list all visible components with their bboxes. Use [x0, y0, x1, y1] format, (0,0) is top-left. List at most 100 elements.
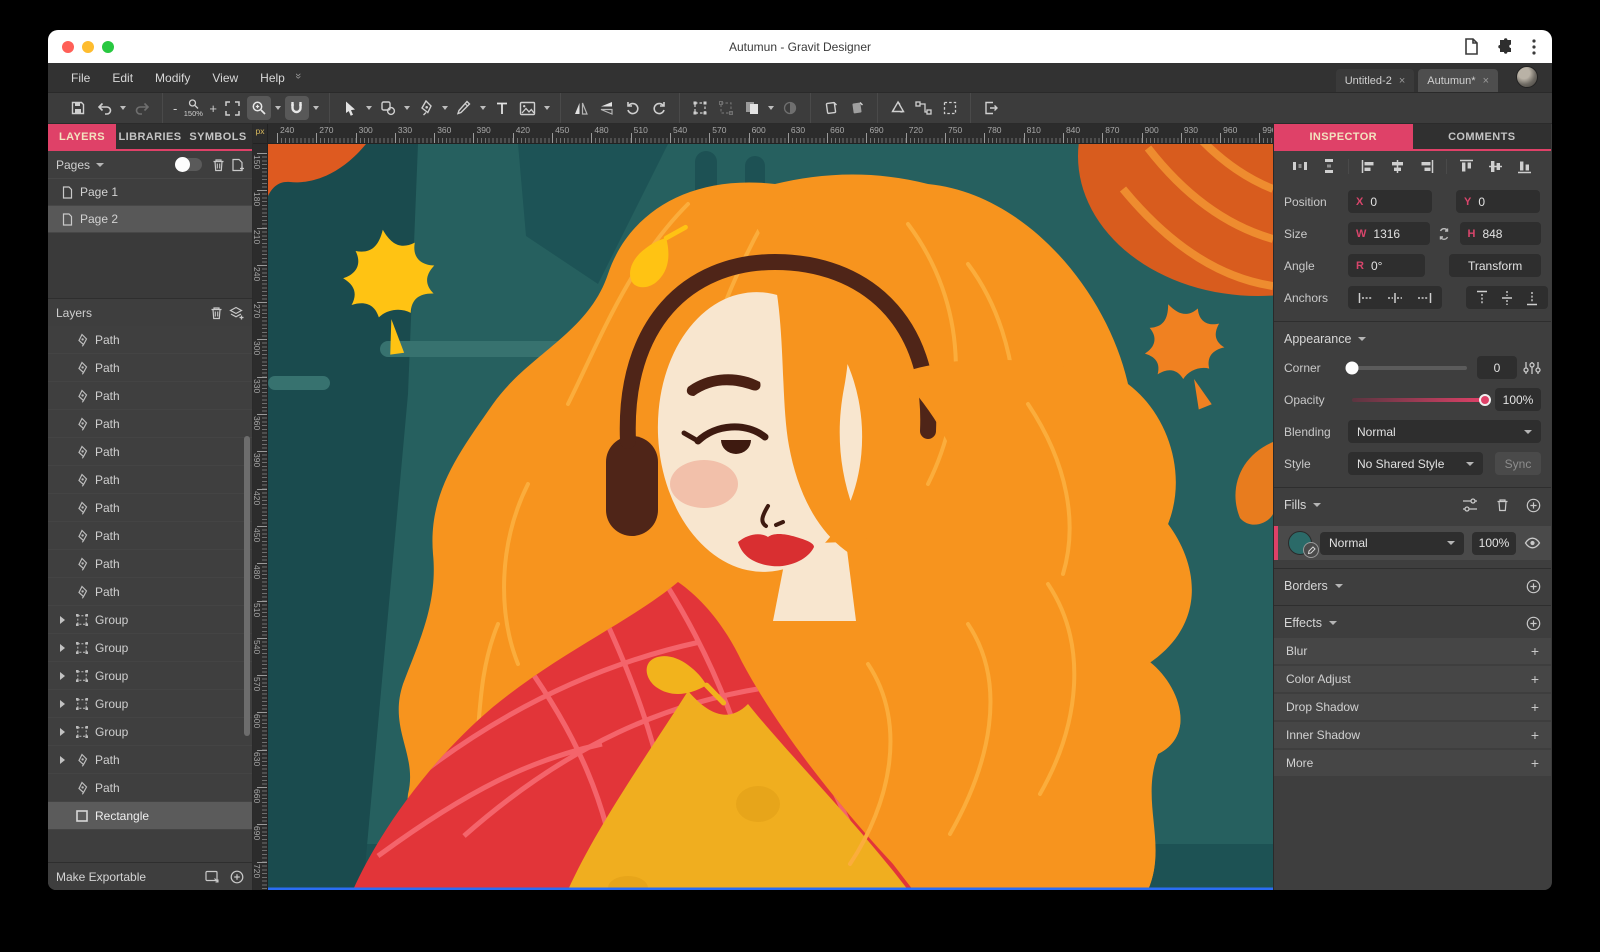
layer-row[interactable]: Path [48, 438, 252, 466]
save-icon[interactable] [66, 96, 90, 120]
distribute-horizontal-icon[interactable] [1292, 159, 1308, 173]
document-tab[interactable]: Autumun* × [1418, 69, 1498, 92]
rotate-ccw-icon[interactable] [621, 96, 645, 120]
effect-row[interactable]: Blur + [1274, 638, 1551, 664]
arrange-caret[interactable] [768, 106, 774, 110]
snapping-magnet-icon[interactable] [285, 96, 309, 120]
layer-expand-caret[interactable] [60, 700, 69, 708]
anchor-right-icon[interactable] [1416, 292, 1432, 304]
menu-item[interactable]: Edit [103, 67, 142, 89]
tab-close-icon[interactable]: × [1483, 75, 1489, 87]
left-panel-tab[interactable]: SYMBOLS [184, 124, 252, 149]
layer-row[interactable]: Path [48, 354, 252, 382]
knife-tool-icon[interactable] [452, 96, 476, 120]
layer-expand-caret[interactable] [60, 756, 69, 764]
align-center-horizontal-icon[interactable] [1390, 159, 1405, 174]
pages-dropdown-caret[interactable] [96, 163, 104, 167]
effect-add-icon[interactable]: + [1531, 671, 1539, 687]
eyedropper-icon[interactable] [1303, 542, 1319, 558]
transform-button[interactable]: Transform [1449, 254, 1541, 277]
add-border-icon[interactable] [1526, 579, 1541, 594]
pen-tool-caret[interactable] [442, 106, 448, 110]
corner-slider[interactable] [1352, 366, 1467, 370]
snapping-caret[interactable] [313, 106, 319, 110]
undo-dropdown-caret[interactable] [120, 106, 126, 110]
layer-row[interactable]: Group [48, 634, 252, 662]
layer-row[interactable]: Group [48, 718, 252, 746]
redo-icon[interactable] [130, 96, 154, 120]
page-row[interactable]: Page 1 [48, 178, 252, 205]
menu-item[interactable]: File [62, 67, 99, 89]
knife-tool-caret[interactable] [480, 106, 486, 110]
layer-row[interactable]: Path [48, 410, 252, 438]
add-page-icon[interactable] [231, 158, 244, 172]
layer-expand-caret[interactable] [60, 644, 69, 652]
layer-row[interactable]: Rectangle [48, 802, 252, 830]
distribute-vertical-icon[interactable] [1322, 158, 1336, 174]
constrain-proportions-icon[interactable] [1437, 226, 1451, 242]
group-icon[interactable] [688, 96, 712, 120]
align-middle-vertical-icon[interactable] [1488, 159, 1503, 174]
shape-tool-icon[interactable] [376, 96, 400, 120]
pages-visibility-toggle[interactable] [176, 158, 202, 171]
zoom-tool-icon[interactable] [247, 96, 271, 120]
left-panel-tab[interactable]: LAYERS [48, 124, 116, 149]
add-fill-icon[interactable] [1526, 498, 1541, 513]
layer-row[interactable]: Group [48, 606, 252, 634]
layer-row[interactable]: Path [48, 494, 252, 522]
layer-expand-caret[interactable] [60, 672, 69, 680]
effect-add-icon[interactable]: + [1531, 727, 1539, 743]
menu-item[interactable]: Modify [146, 67, 199, 89]
layer-expand-caret[interactable] [60, 616, 69, 624]
fill-visibility-eye-icon[interactable] [1524, 537, 1541, 549]
flip-vertical-icon[interactable] [595, 96, 619, 120]
appearance-header[interactable]: Appearance [1274, 326, 1551, 352]
angle-field[interactable]: R 0° [1348, 254, 1425, 277]
document-tab[interactable]: Untitled-2 × [1336, 69, 1415, 92]
add-export-icon[interactable] [230, 870, 244, 884]
align-right-icon[interactable] [1419, 159, 1434, 174]
slice-icon[interactable] [938, 96, 962, 120]
tab-close-icon[interactable]: × [1399, 75, 1405, 87]
layer-row[interactable]: Path [48, 746, 252, 774]
fill-blend-dropdown[interactable]: Normal [1320, 532, 1464, 555]
inspector-tab[interactable]: INSPECTOR [1274, 124, 1413, 149]
align-top-icon[interactable] [1459, 159, 1474, 174]
layer-row[interactable]: Group [48, 662, 252, 690]
position-y-field[interactable]: Y 0 [1456, 190, 1540, 213]
fill-options-icon[interactable] [1461, 498, 1479, 512]
fill-item-row[interactable]: Normal 100% [1274, 526, 1551, 560]
fills-header[interactable]: Fills [1274, 492, 1551, 518]
tab-overflow-chevron-icon[interactable]: » [292, 72, 304, 76]
zoom-in-button[interactable]: + [207, 101, 219, 116]
anchor-middle-icon[interactable] [1501, 290, 1513, 306]
effect-row[interactable]: Color Adjust + [1274, 666, 1551, 692]
design-canvas[interactable] [268, 144, 1273, 890]
export-settings-icon[interactable] [205, 870, 220, 883]
layer-row[interactable]: Path [48, 578, 252, 606]
anchor-bottom-icon[interactable] [1526, 290, 1538, 306]
size-height-field[interactable]: H 848 [1460, 222, 1542, 245]
left-panel-tab[interactable]: LIBRARIES [116, 124, 184, 149]
ruler-unit-label[interactable]: px [253, 124, 268, 144]
layer-row[interactable]: Path [48, 382, 252, 410]
corner-options-icon[interactable] [1523, 361, 1541, 375]
pointer-tool-icon[interactable] [338, 96, 362, 120]
delete-fill-icon[interactable] [1496, 498, 1509, 512]
anchor-center-icon[interactable] [1387, 292, 1403, 304]
position-x-field[interactable]: X 0 [1348, 190, 1432, 213]
connector-icon[interactable] [912, 96, 936, 120]
flip-horizontal-icon[interactable] [569, 96, 593, 120]
arrange-icon[interactable] [740, 96, 764, 120]
layer-row[interactable]: Group [48, 690, 252, 718]
menu-item[interactable]: Help [251, 67, 294, 89]
borders-header[interactable]: Borders [1274, 573, 1551, 599]
add-effect-icon[interactable] [1526, 616, 1541, 631]
sync-style-button[interactable]: Sync [1495, 452, 1541, 475]
zoom-level-indicator[interactable]: 150% [181, 96, 205, 120]
paste-in-back-icon[interactable] [845, 96, 869, 120]
page-icon[interactable] [1464, 38, 1479, 55]
fit-to-screen-icon[interactable] [221, 96, 245, 120]
opacity-slider[interactable] [1352, 398, 1485, 402]
fill-color-swatch[interactable] [1288, 531, 1312, 555]
